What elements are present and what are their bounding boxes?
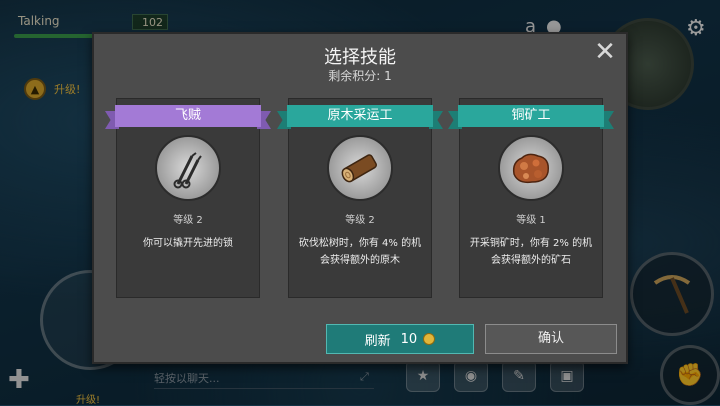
skill-name: 原木采运工 [287,105,433,127]
skill-ribbon: 飞贼 [105,105,271,129]
refresh-cost: 10 [400,331,418,347]
skill-ribbon: 原木采运工 [277,105,443,129]
skill-description: 你可以撬开先进的锁 [143,238,233,249]
refresh-label: 刷新 [364,333,391,349]
skill-level: 等级 2 [345,215,375,226]
skill-name: 铜矿工 [458,105,604,127]
skill-description: 开采铜矿时，你有 2% 的机会获得额外的矿石 [469,238,593,266]
skill-level: 等级 1 [516,215,546,226]
lockpick-icon [155,135,221,201]
skill-card-thief[interactable]: 飞贼 等级 2 你可以撬开先进的锁 [105,98,271,298]
coin-icon [423,333,436,345]
refresh-button[interactable]: 刷新 10 [326,324,474,354]
copper-ore-icon [498,135,564,201]
skill-description: 砍伐松树时，你有 4% 的机会获得额外的原木 [298,238,422,266]
log-icon [327,135,393,201]
dialog-title: 选择技能 [324,47,396,68]
close-icon[interactable]: ✕ [592,39,618,66]
skill-card-lumberjack[interactable]: 原木采运工 等级 2 砍伐松树时，你有 4% 的机会获得额外的原木 [277,98,443,298]
skill-name: 飞贼 [115,105,261,127]
confirm-button[interactable]: 确认 [485,324,617,354]
skill-level: 等级 2 [173,215,203,226]
skill-ribbon: 铜矿工 [448,105,614,129]
skill-card-copper-miner[interactable]: 铜矿工 等级 1 开采铜矿时，你有 2% 的机会获得额外的矿石 [448,98,614,298]
skill-select-dialog: 选择技能 剩余积分: 1 ✕ 飞贼 等级 2 你可以撬开先进的锁 原木采运工 等… [92,32,628,364]
remaining-points: 剩余积分: 1 [328,69,392,83]
